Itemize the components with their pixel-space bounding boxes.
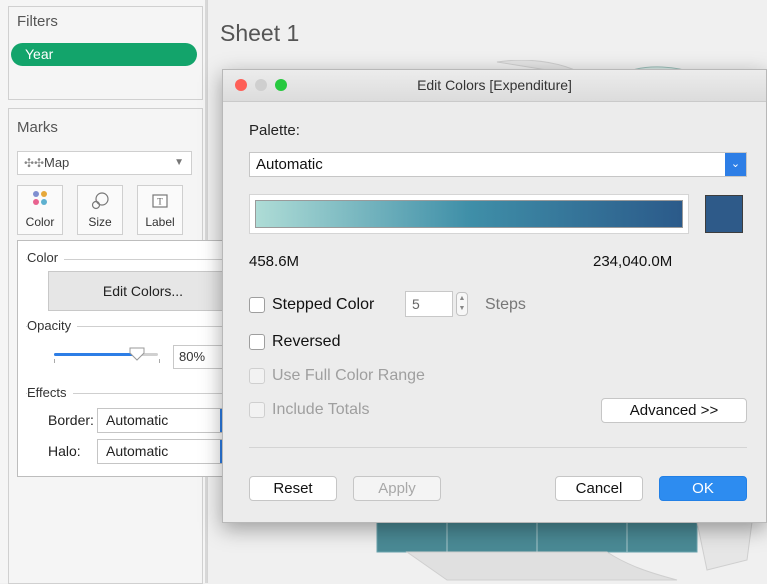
- size-button[interactable]: Size: [77, 185, 123, 235]
- mark-type-value: Map: [44, 155, 70, 170]
- include-totals-label: Include Totals: [272, 401, 370, 418]
- color-section-label: Color: [27, 250, 65, 265]
- reset-button[interactable]: Reset: [249, 476, 337, 501]
- label-icon: T: [138, 191, 182, 215]
- size-button-label: Size: [88, 215, 112, 229]
- stepped-color-checkbox[interactable]: [249, 297, 265, 313]
- marks-title: Marks: [17, 119, 58, 136]
- size-icon: [78, 191, 122, 215]
- opacity-section-label: Opacity: [27, 318, 78, 333]
- effects-section-label: Effects: [27, 385, 73, 400]
- palette-label: Palette:: [249, 122, 300, 139]
- border-label: Border:: [48, 412, 94, 428]
- range-min-label: 458.6M: [249, 253, 300, 270]
- chevron-down-icon: ⌄: [725, 153, 746, 176]
- reversed-checkbox[interactable]: [249, 334, 265, 350]
- include-totals-checkbox[interactable]: [249, 402, 265, 418]
- opacity-slider-thumb[interactable]: [129, 347, 145, 361]
- dialog-title: Edit Colors [Expenditure]: [417, 77, 572, 93]
- dialog-titlebar[interactable]: Edit Colors [Expenditure]: [223, 70, 766, 102]
- edit-colors-dialog: Edit Colors [Expenditure] Palette: Autom…: [222, 69, 767, 523]
- chevron-down-icon: ▼: [174, 157, 184, 168]
- color-button-label: Color: [25, 215, 55, 229]
- ok-button[interactable]: OK: [659, 476, 747, 501]
- color-button[interactable]: Color: [17, 185, 63, 235]
- filters-title: Filters: [17, 13, 58, 30]
- sheet-title: Sheet 1: [220, 20, 300, 46]
- palette-select-value: Automatic: [256, 156, 323, 173]
- steps-input[interactable]: 5: [405, 291, 453, 317]
- filters-card: Filters Year: [8, 6, 203, 100]
- apply-button[interactable]: Apply: [353, 476, 441, 501]
- filter-pill-year[interactable]: Year: [11, 43, 197, 66]
- steps-stepper[interactable]: ▲ ▼: [456, 292, 468, 316]
- map-icon: ✣✣: [24, 156, 45, 170]
- reversed-label: Reversed: [272, 333, 341, 350]
- full-color-range-label: Use Full Color Range: [272, 367, 425, 384]
- label-button[interactable]: T Label: [137, 185, 183, 235]
- border-select-value: Automatic: [106, 412, 169, 428]
- color-ramp-gradient: [255, 200, 683, 228]
- steps-label: Steps: [485, 296, 526, 313]
- halo-label: Halo:: [48, 443, 81, 459]
- halo-select-value: Automatic: [106, 443, 169, 459]
- dialog-separator: [249, 447, 747, 448]
- cancel-button[interactable]: Cancel: [555, 476, 643, 501]
- color-dots-icon: [18, 191, 62, 215]
- range-max-label: 234,040.0M: [593, 253, 673, 270]
- full-color-range-checkbox[interactable]: [249, 368, 265, 384]
- opacity-slider-fill: [54, 353, 138, 356]
- svg-text:T: T: [157, 197, 163, 207]
- stepped-color-label: Stepped Color: [272, 296, 375, 313]
- advanced-button[interactable]: Advanced >>: [601, 398, 747, 423]
- end-color-swatch[interactable]: [705, 195, 743, 233]
- color-ramp[interactable]: [249, 194, 689, 234]
- palette-select[interactable]: Automatic ⌄: [249, 152, 747, 177]
- label-button-label: Label: [145, 215, 175, 229]
- color-popup: Color Edit Colors... Opacity 80% Effects…: [17, 240, 243, 477]
- mark-type-dropdown[interactable]: ✣✣ Map ▼: [17, 151, 192, 175]
